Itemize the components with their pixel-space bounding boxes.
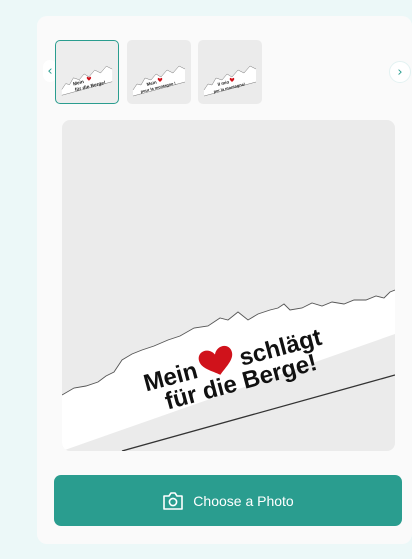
sticker-thumbnail-graphic: Il mio per la montagna! xyxy=(203,65,257,97)
thumbnail-3[interactable]: Il mio per la montagna! xyxy=(198,40,262,104)
chevron-right-icon: › xyxy=(397,64,403,80)
sticker-preview: Mein schlägt für die Berge! xyxy=(62,120,395,451)
thumbnail-carousel: ‹ Mein für die Berge! Mein pour la monta… xyxy=(37,16,412,116)
sticker-thumbnail-graphic: Mein pour la montagne ! xyxy=(132,65,186,97)
carousel-next-button[interactable]: › xyxy=(389,61,411,83)
choose-photo-button[interactable]: Choose a Photo xyxy=(54,475,402,526)
camera-icon xyxy=(163,491,184,510)
thumbnail-1[interactable]: Mein für die Berge! xyxy=(55,40,119,104)
choose-photo-label: Choose a Photo xyxy=(193,492,294,509)
thumbnail-2[interactable]: Mein pour la montagne ! xyxy=(127,40,191,104)
sticker-preview-graphic: Mein schlägt für die Berge! xyxy=(62,289,395,451)
chevron-left-icon: ‹ xyxy=(47,63,53,79)
sticker-thumbnail-graphic: Mein für die Berge! xyxy=(61,65,113,96)
product-card: ‹ Mein für die Berge! Mein pour la monta… xyxy=(37,16,412,544)
